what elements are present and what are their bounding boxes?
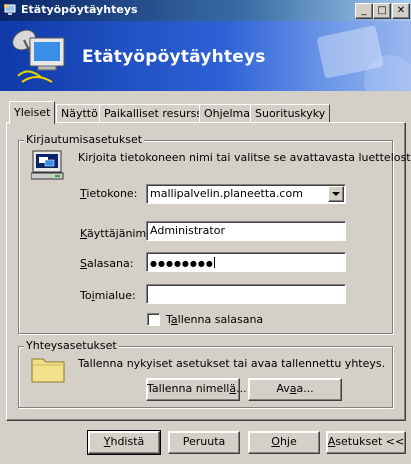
save-password-label[interactable]: Tallenna salasana — [166, 313, 263, 326]
computer-dropdown-button[interactable] — [328, 186, 344, 202]
tab-experience[interactable]: Suorituskyky — [250, 104, 331, 123]
save-as-button[interactable]: Tallenna nimellä... — [146, 378, 247, 401]
remote-desktop-logo-icon — [12, 29, 65, 83]
window-title: Etätyöpöytäyhteys — [21, 3, 138, 16]
domain-label: Toimialue: — [80, 289, 136, 302]
password-input[interactable]: ●●●●●●●● — [146, 252, 346, 272]
connect-button[interactable]: Yhdistä — [87, 430, 161, 455]
username-input[interactable]: Administrator — [146, 221, 346, 241]
minimize-button[interactable]: _ — [355, 3, 373, 19]
save-password-checkbox[interactable] — [147, 313, 160, 326]
password-value: ●●●●●●●● — [150, 259, 214, 268]
maximize-button[interactable]: □ — [373, 3, 391, 19]
tab-programs[interactable]: Ohjelma — [199, 104, 255, 123]
tab-display[interactable]: Näyttö — [56, 104, 103, 123]
username-value: Administrator — [150, 224, 225, 237]
title-bar[interactable]: Etätyöpöytäyhteys _ □ ✕ — [0, 0, 411, 21]
login-settings-legend: Kirjautumisasetukset — [24, 133, 145, 146]
banner-title: Etätyöpöytäyhteys — [82, 47, 266, 67]
options-button[interactable]: Asetukset << — [326, 431, 406, 454]
login-description: Kirjoita tietokoneen nimi tai valitse se… — [78, 151, 411, 164]
chevron-down-icon — [332, 192, 340, 196]
cancel-button[interactable]: Peruuta — [168, 431, 240, 454]
remote-desktop-icon — [4, 4, 16, 15]
tab-local-resources[interactable]: Paikalliset resurssit — [99, 104, 215, 123]
computer-value: mallipalvelin.planeetta.com — [150, 187, 303, 200]
help-button[interactable]: Ohje — [248, 431, 320, 454]
username-label: Käyttäjänimi: — [80, 227, 153, 240]
computer-combobox[interactable]: mallipalvelin.planeetta.com — [146, 184, 346, 204]
folder-icon — [31, 358, 65, 383]
computer-label: Tietokone: — [80, 187, 138, 200]
connection-settings-legend: Yhteysasetukset — [24, 339, 119, 352]
open-button[interactable]: Avaa... — [248, 378, 342, 401]
connection-description: Tallenna nykyiset asetukset tai avaa tal… — [78, 357, 386, 370]
computer-icon — [31, 150, 64, 180]
banner-decoration — [317, 25, 411, 91]
tab-general[interactable]: Yleiset — [9, 101, 56, 124]
password-label: Salasana: — [80, 257, 134, 270]
text-caret — [213, 257, 215, 268]
domain-input[interactable] — [146, 284, 346, 304]
close-button[interactable]: ✕ — [392, 3, 410, 19]
